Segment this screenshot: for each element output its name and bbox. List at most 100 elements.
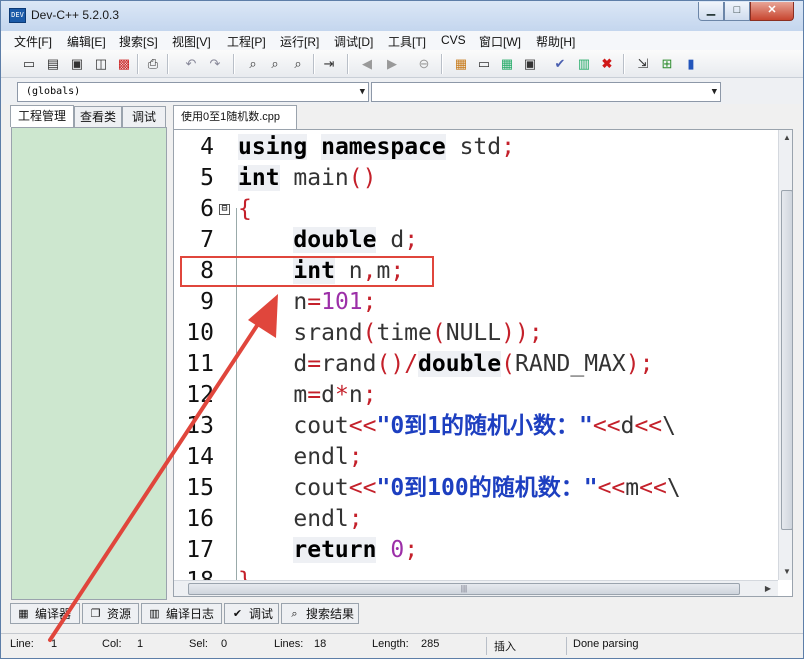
tab-debug[interactable]: 调试 — [122, 106, 166, 127]
unindent-icon[interactable]: ▶ — [382, 54, 402, 74]
line-number: 8 — [200, 258, 214, 284]
code-token: d — [238, 351, 308, 377]
redo-icon[interactable]: ↷ — [205, 54, 225, 74]
horizontal-scroll-thumb[interactable]: ||| — [188, 583, 740, 595]
code-token: int — [238, 165, 280, 191]
horizontal-scrollbar[interactable]: ||| ▶ — [174, 580, 778, 596]
new-project-icon[interactable]: ▦ — [451, 54, 471, 74]
code-token: n — [238, 289, 308, 315]
code-token: << — [348, 475, 377, 501]
line-number: 15 — [186, 475, 214, 501]
undo-icon[interactable]: ↶ — [181, 54, 201, 74]
fold-toggle-icon[interactable]: ⊟ — [219, 204, 230, 215]
menu-view[interactable]: 视图[V] — [172, 33, 211, 50]
scroll-down-icon[interactable]: ▼ — [779, 564, 792, 580]
code-token: d — [620, 413, 635, 439]
replace-icon[interactable]: ⌕ — [265, 54, 285, 74]
bottom-tab-resources[interactable]: ❐ 资源 — [82, 603, 139, 624]
code-token: "0到100的随机数：" — [376, 475, 598, 501]
menu-debug[interactable]: 调试[D] — [334, 33, 373, 50]
toggle-bookmark-icon[interactable]: ⊖ — [414, 54, 434, 74]
code-token: endl — [238, 444, 349, 470]
bottom-tab-compiler[interactable]: ▦ 编译器 — [10, 603, 80, 624]
project-panel[interactable] — [11, 127, 167, 600]
scope-combo-value: (globals) — [26, 86, 81, 97]
code-token: ; — [390, 258, 405, 284]
delete-icon[interactable]: ✖ — [597, 54, 617, 74]
class-browser-icon[interactable]: ▣ — [520, 54, 540, 74]
add-icon[interactable]: ⊞ — [657, 54, 677, 74]
code-token: double — [418, 351, 502, 377]
tab-project[interactable]: 工程管理 — [10, 105, 74, 127]
tab-classes[interactable]: 查看类 — [74, 106, 122, 127]
vertical-scroll-thumb[interactable] — [781, 190, 792, 530]
line-number: 12 — [186, 382, 214, 408]
menu-cvs[interactable]: CVS — [441, 33, 466, 47]
editor-file-tab[interactable]: 使用0至1随机数.cpp — [173, 105, 297, 129]
toolbar-separator — [347, 54, 349, 74]
bottom-tab-search-results[interactable]: ⌕ 搜索结果 — [281, 603, 359, 624]
grid-icon[interactable]: ▦ — [497, 54, 517, 74]
line-number: 10 — [186, 320, 214, 346]
compile-icon[interactable]: ▮ — [681, 54, 701, 74]
scroll-right-icon[interactable]: ▶ — [760, 581, 776, 596]
find-next-icon[interactable]: ⌕ — [288, 54, 308, 74]
close-file-icon[interactable]: ▩ — [114, 54, 134, 74]
save-all-icon[interactable]: ◫ — [91, 54, 111, 74]
menu-file[interactable]: 文件[F] — [14, 33, 52, 50]
scope-combo[interactable]: (globals) ▼ — [17, 82, 369, 102]
code-area[interactable]: using namespace std; int main(){ double d… — [238, 130, 778, 580]
menu-search[interactable]: 搜索[S] — [119, 33, 158, 50]
bottom-tab-compile-log[interactable]: ▥ 编译日志 — [141, 603, 222, 624]
bottom-tab-label: 编译日志 — [166, 607, 215, 621]
code-token: () — [348, 165, 377, 191]
menu-edit[interactable]: 编辑[E] — [67, 33, 106, 50]
bottom-tab-debug[interactable]: ✔ 调试 — [224, 603, 279, 624]
minimize-button[interactable]: ▁ — [698, 2, 724, 21]
menu-run[interactable]: 运行[R] — [280, 33, 319, 50]
maximize-button[interactable]: □ — [724, 2, 750, 21]
menu-project[interactable]: 工程[P] — [227, 33, 266, 50]
code-token: 101 — [321, 289, 363, 315]
new-file-icon[interactable]: ▭ — [19, 54, 39, 74]
indent-icon[interactable]: ◀ — [357, 54, 377, 74]
open-file-icon[interactable]: ▤ — [43, 54, 63, 74]
code-line: cout<<"0到1的随机小数："<<d<<\ — [238, 411, 676, 442]
import-icon[interactable]: ⇲ — [633, 54, 653, 74]
menu-tools[interactable]: 工具[T] — [388, 33, 426, 50]
code-line: } — [238, 566, 252, 580]
menu-window[interactable]: 窗口[W] — [479, 33, 521, 50]
code-token: d — [376, 227, 405, 253]
print-icon[interactable]: ⎙ — [143, 54, 163, 74]
menu-help[interactable]: 帮助[H] — [536, 33, 575, 50]
vertical-scrollbar[interactable]: ▲ ▼ — [778, 130, 792, 580]
scroll-up-icon[interactable]: ▲ — [779, 130, 792, 146]
code-token: return — [293, 537, 377, 563]
save-icon[interactable]: ▣ — [67, 54, 87, 74]
close-button[interactable]: ✕ — [750, 2, 794, 21]
chart-icon[interactable]: ▥ — [574, 54, 594, 74]
code-token: \ — [666, 475, 681, 501]
code-token: ; — [404, 537, 419, 563]
code-token: n — [348, 382, 363, 408]
code-token: time — [376, 320, 432, 346]
status-line-value: 1 — [51, 638, 58, 650]
line-number: 9 — [200, 289, 214, 315]
code-line: d=rand()/double(RAND_MAX); — [238, 349, 653, 380]
code-token: cout — [238, 413, 349, 439]
code-token: = — [307, 382, 322, 408]
window-icon[interactable]: ▭ — [474, 54, 494, 74]
code-line: n=101; — [238, 287, 376, 318]
check-icon[interactable]: ✔ — [550, 54, 570, 74]
code-token: )); — [501, 320, 543, 346]
code-token: main — [279, 165, 349, 191]
toolbar-separator — [137, 54, 139, 74]
find-icon[interactable]: ⌕ — [243, 54, 263, 74]
code-line: int n,m; — [238, 256, 404, 287]
goto-line-icon[interactable]: ⇥ — [319, 54, 339, 74]
code-token: ()/ — [376, 351, 419, 377]
main-window: DEV Dev-C++ 5.2.0.3 ▁ □ ✕ 文件[F] 编辑[E] 搜索… — [0, 0, 804, 659]
code-editor[interactable]: 456⊟789101112131415161718 using namespac… — [173, 129, 793, 597]
title-bar[interactable]: DEV Dev-C++ 5.2.0.3 ▁ □ ✕ — [1, 1, 803, 31]
members-combo[interactable]: ▼ — [371, 82, 721, 102]
